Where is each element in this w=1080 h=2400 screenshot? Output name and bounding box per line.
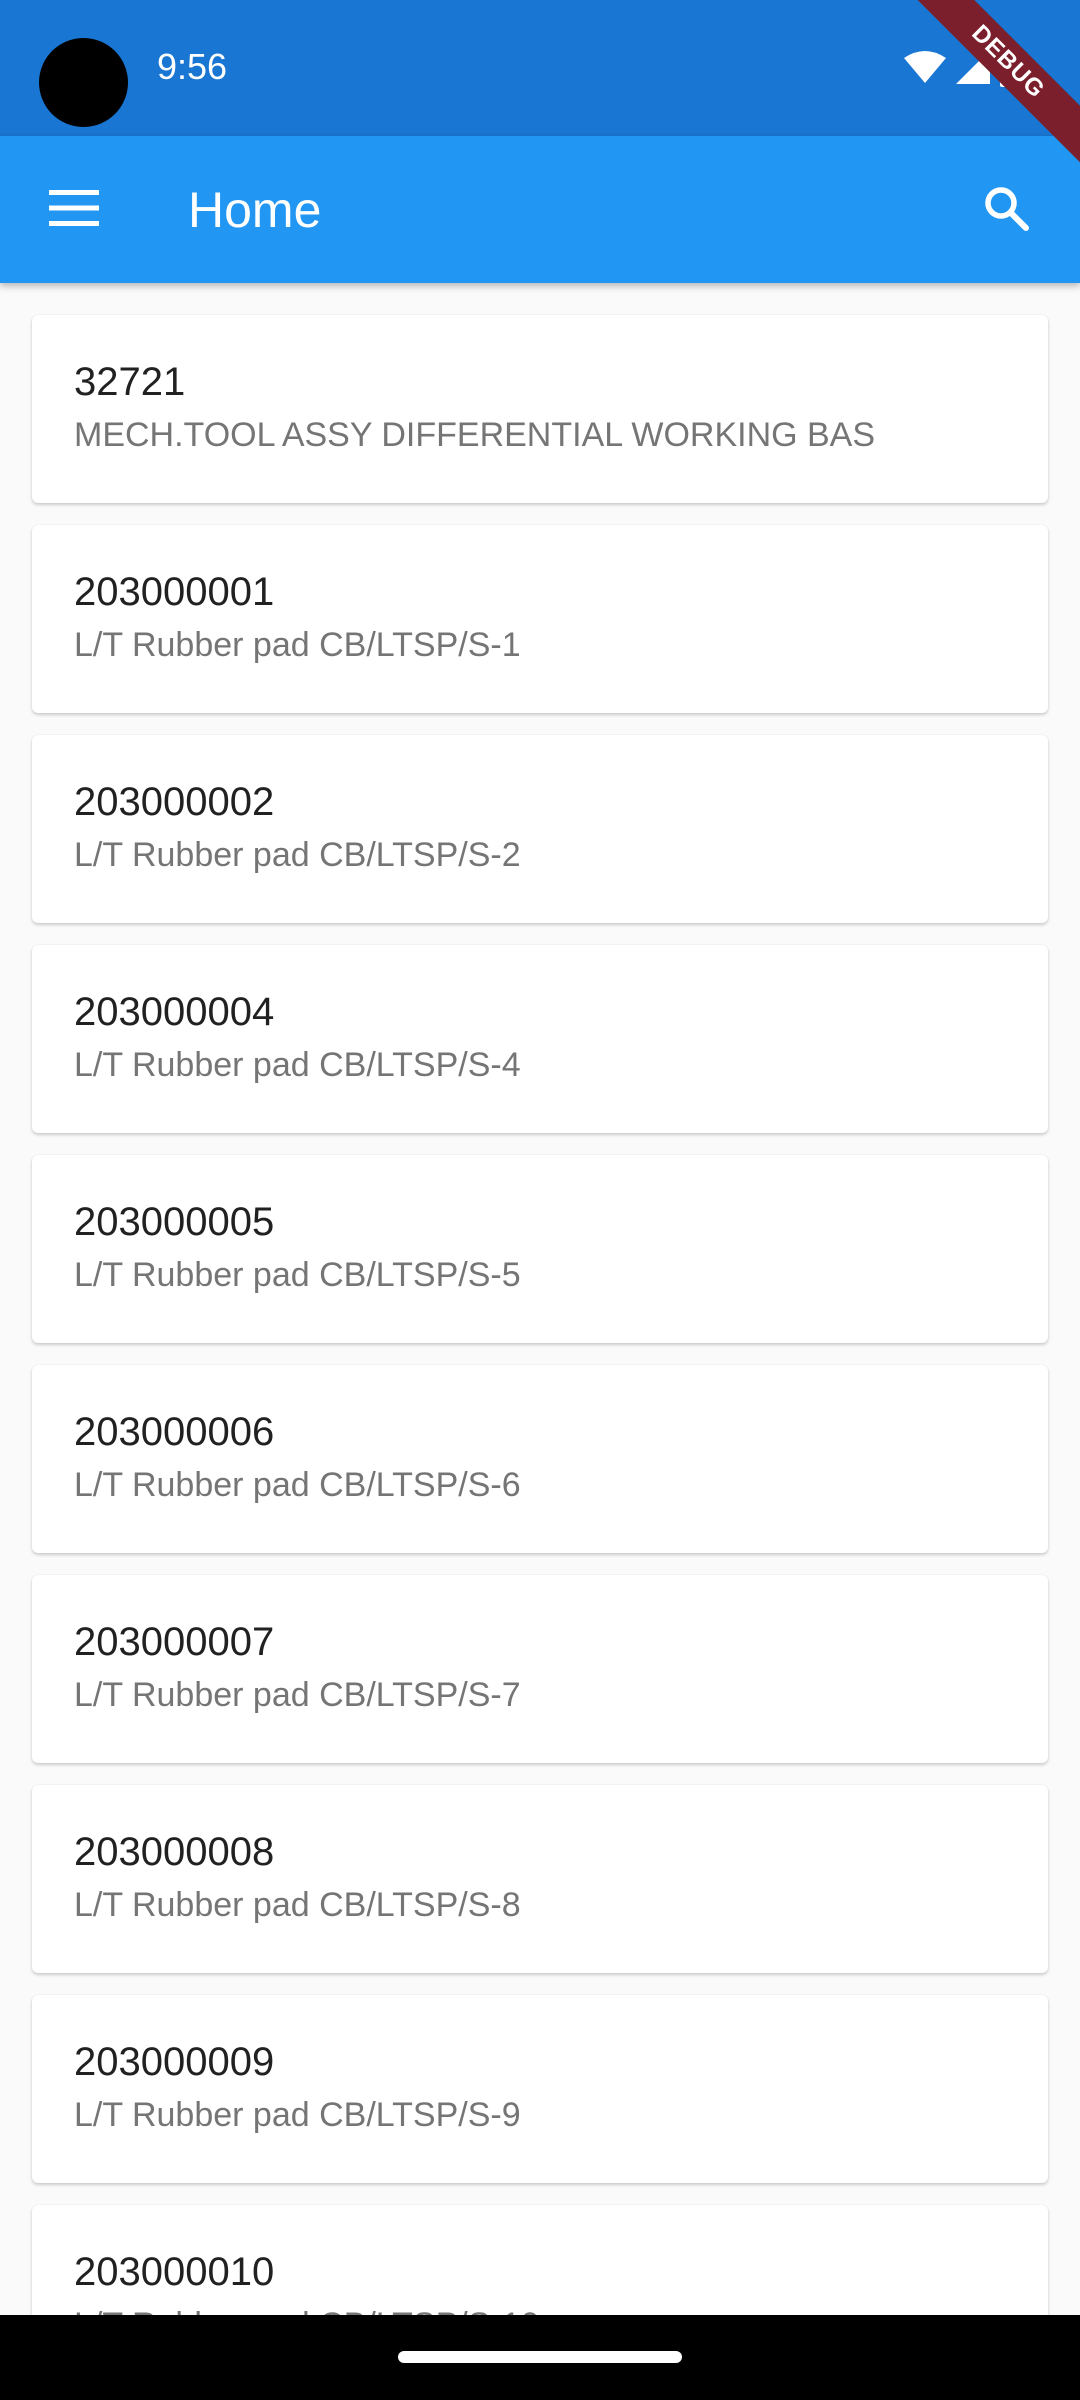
item-code: 203000002	[74, 780, 275, 824]
item-code: 203000006	[74, 1410, 275, 1454]
item-code: 203000001	[74, 570, 275, 614]
home-gesture-handle[interactable]	[398, 2351, 682, 2363]
list-item[interactable]: 203000005 L/T Rubber pad CB/LTSP/S-5	[32, 1155, 1048, 1343]
list-item[interactable]: 203000001 L/T Rubber pad CB/LTSP/S-1	[32, 525, 1048, 713]
camera-cutout	[39, 38, 128, 127]
item-description: L/T Rubber pad CB/LTSP/S-2	[74, 836, 521, 874]
list-item[interactable]: 203000002 L/T Rubber pad CB/LTSP/S-2	[32, 735, 1048, 923]
item-code: 203000007	[74, 1620, 275, 1664]
debug-banner: DEBUG	[890, 0, 1080, 190]
item-code: 203000008	[74, 1830, 275, 1874]
page-title: Home	[188, 182, 322, 238]
list-item[interactable]: 203000006 L/T Rubber pad CB/LTSP/S-6	[32, 1365, 1048, 1553]
item-code: 32721	[74, 360, 186, 404]
navigation-bar	[0, 2315, 1080, 2400]
item-description: L/T Rubber pad CB/LTSP/S-9	[74, 2096, 521, 2134]
list-item[interactable]: 203000008 L/T Rubber pad CB/LTSP/S-8	[32, 1785, 1048, 1973]
list-item[interactable]: 203000009 L/T Rubber pad CB/LTSP/S-9	[32, 1995, 1048, 2183]
list-item[interactable]: 32721 MECH.TOOL ASSY DIFFERENTIAL WORKING…	[32, 315, 1048, 503]
search-icon	[982, 184, 1030, 237]
list-item[interactable]: 203000010 L/T Rubber pad CB/LTSP/S-10	[32, 2205, 1048, 2315]
item-code: 203000005	[74, 1200, 275, 1244]
item-list[interactable]: 32721 MECH.TOOL ASSY DIFFERENTIAL WORKING…	[0, 283, 1080, 2315]
item-description: L/T Rubber pad CB/LTSP/S-1	[74, 626, 521, 664]
list-item[interactable]: 203000007 L/T Rubber pad CB/LTSP/S-7	[32, 1575, 1048, 1763]
menu-button[interactable]	[34, 174, 114, 246]
status-time: 9:56	[157, 46, 228, 87]
item-description: L/T Rubber pad CB/LTSP/S-10	[74, 2305, 540, 2315]
item-description: L/T Rubber pad CB/LTSP/S-8	[74, 1886, 521, 1924]
item-description: L/T Rubber pad CB/LTSP/S-6	[74, 1466, 521, 1504]
item-description: MECH.TOOL ASSY DIFFERENTIAL WORKING BAS	[74, 416, 876, 454]
item-description: L/T Rubber pad CB/LTSP/S-4	[74, 1046, 521, 1084]
item-code: 203000009	[74, 2040, 275, 2084]
menu-icon	[49, 189, 99, 231]
item-description: L/T Rubber pad CB/LTSP/S-7	[74, 1676, 521, 1714]
item-code: 203000004	[74, 990, 275, 1034]
item-code: 203000010	[74, 2250, 275, 2294]
item-description: L/T Rubber pad CB/LTSP/S-5	[74, 1256, 521, 1294]
debug-banner-label: DEBUG	[901, 0, 1080, 169]
list-item[interactable]: 203000004 L/T Rubber pad CB/LTSP/S-4	[32, 945, 1048, 1133]
